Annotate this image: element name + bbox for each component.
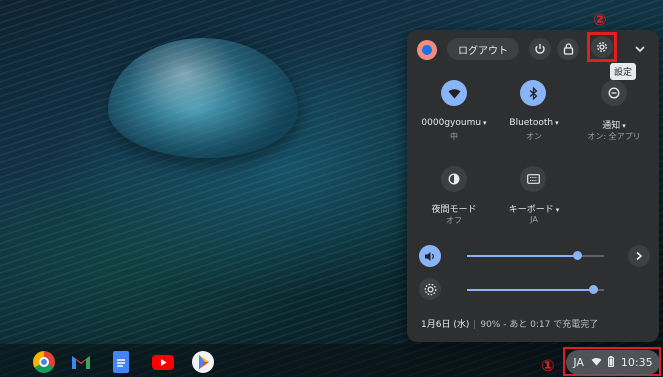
clock-time: 10:35 <box>620 356 653 369</box>
notifications-icon[interactable] <box>601 80 627 106</box>
gmail-icon[interactable] <box>70 351 92 373</box>
caret-down-icon: ▾ <box>483 119 487 127</box>
battery-status-text[interactable]: 90% - あと 0:17 で充電完了 <box>480 320 598 330</box>
notifications-pod-sub: オン: 全アプリ <box>587 132 641 141</box>
docs-icon[interactable] <box>113 351 129 373</box>
settings-highlight-box <box>587 32 617 62</box>
brightness-slider-thumb[interactable] <box>589 285 599 294</box>
caret-down-icon: ▾ <box>555 206 560 214</box>
keyboard-pod-label[interactable]: キーボード ▾ <box>497 202 571 215</box>
notifications-pod-label[interactable]: 通知 ▾ <box>576 118 652 131</box>
bluetooth-pod-sub: オン <box>526 132 542 141</box>
volume-slider-thumb[interactable] <box>572 251 582 260</box>
play-store-icon[interactable] <box>192 351 214 373</box>
chrome-icon[interactable] <box>33 351 55 373</box>
bluetooth-icon[interactable] <box>520 80 546 106</box>
night-light-pod-label[interactable]: 夜間モード <box>417 202 491 215</box>
battery-icon <box>608 355 615 370</box>
wifi-pod-sub: 中 <box>450 132 458 141</box>
keyboard-pod-sub: JA <box>530 215 538 224</box>
brightness-slider[interactable] <box>467 285 604 294</box>
night-light-pod-sub: オフ <box>446 216 462 225</box>
chevron-down-icon[interactable] <box>629 38 651 60</box>
brightness-slider-fill <box>467 289 594 291</box>
power-icon[interactable] <box>529 38 551 60</box>
panel-footer: 1月6日 (水) 90% - あと 0:17 で充電完了 <box>421 317 598 330</box>
wifi-status-icon <box>591 356 602 369</box>
signout-button[interactable]: ログアウト <box>447 38 519 60</box>
settings-tooltip: 設定 <box>610 63 637 80</box>
caret-down-icon: ▾ <box>622 122 626 130</box>
volume-slider-fill <box>467 255 577 257</box>
date-text[interactable]: 1月6日 (水) <box>421 320 469 330</box>
footer-divider <box>474 320 476 329</box>
youtube-icon[interactable] <box>152 355 174 370</box>
volume-slider[interactable] <box>467 251 604 260</box>
audio-settings-arrow-button[interactable] <box>628 245 650 267</box>
lock-icon[interactable] <box>557 38 579 60</box>
quick-settings-panel: ログアウト ② 設定 0000gyoumu ▾ 中 Bluetooth ▾ オン 通… <box>407 10 659 342</box>
ime-indicator: JA <box>573 356 584 369</box>
brightness-icon <box>419 278 441 300</box>
wifi-icon[interactable] <box>441 80 467 106</box>
user-avatar[interactable] <box>417 40 437 60</box>
keyboard-icon[interactable] <box>520 166 546 192</box>
night-light-icon[interactable] <box>441 166 467 192</box>
status-area[interactable]: JA 10:35 <box>566 350 660 375</box>
bluetooth-pod-label[interactable]: Bluetooth ▾ <box>497 118 571 128</box>
caret-down-icon: ▾ <box>555 119 559 127</box>
step-1-marker: ① <box>541 356 555 375</box>
wifi-pod-label[interactable]: 0000gyoumu ▾ <box>417 118 491 128</box>
volume-icon[interactable] <box>419 245 441 267</box>
step-2-marker: ② <box>593 10 607 29</box>
